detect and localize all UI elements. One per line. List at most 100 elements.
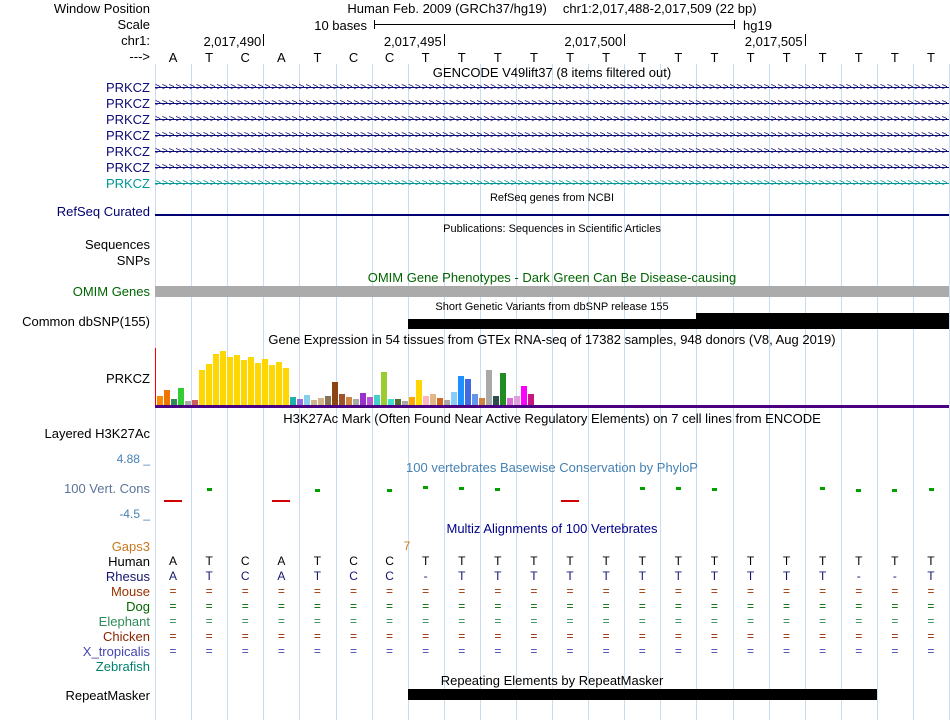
alignment-cell: = (638, 644, 646, 658)
alignment-cell: = (386, 629, 394, 643)
alignment-cell: = (674, 584, 682, 598)
h3k27ac-label[interactable]: Layered H3K27Ac (0, 427, 150, 441)
alignment-cell: T (494, 569, 502, 583)
gtex-expression-bar[interactable] (500, 373, 506, 406)
omim-feature-bar[interactable] (155, 286, 949, 297)
gene-arrow-line[interactable]: >>>>>>>>>>>>>>>>>>>>>>>>>>>>>>>>>>>>>>>>… (155, 176, 949, 192)
alignment-cell: = (350, 584, 358, 598)
gencode-item-label[interactable]: PRKCZ (0, 160, 150, 176)
sequences-label[interactable]: Sequences (0, 238, 150, 252)
phylop-label[interactable]: 100 Vert. Cons (0, 482, 150, 496)
alignment-cell: = (710, 599, 718, 613)
refseq-gene-line[interactable] (155, 214, 949, 216)
gene-arrow-line[interactable]: >>>>>>>>>>>>>>>>>>>>>>>>>>>>>>>>>>>>>>>>… (155, 80, 949, 96)
multiz-species-label[interactable]: Elephant (0, 614, 150, 629)
gtex-expression-bar[interactable] (227, 357, 233, 406)
multiz-species-label[interactable]: Rhesus (0, 569, 150, 584)
alignment-cell: = (927, 644, 935, 658)
alignment-cell: T (818, 554, 827, 568)
alignment-cell: T (566, 554, 574, 568)
phylop-negative-mark (561, 499, 579, 502)
repeat-feature-bar[interactable] (407, 689, 877, 700)
gencode-item-label[interactable]: PRKCZ (0, 80, 150, 96)
phylop-ymin: -4.5 _ (119, 507, 150, 521)
gtex-expression-bar[interactable] (178, 388, 184, 406)
phylop-positive-mark (820, 486, 826, 490)
alignment-cell: = (602, 584, 610, 598)
coordinate-label: 2,017,495 (383, 34, 442, 49)
multiz-species-label[interactable]: Chicken (0, 629, 150, 644)
snps-label[interactable]: SNPs (0, 254, 150, 268)
alignment-cell: = (313, 629, 321, 643)
gtex-expression-bar[interactable] (416, 380, 422, 406)
base-letter: T (602, 50, 611, 65)
alignment-cell: = (169, 599, 177, 613)
multiz-species-label[interactable]: Dog (0, 599, 150, 614)
gtex-expression-bar[interactable] (486, 370, 492, 406)
gene-arrow-line[interactable]: >>>>>>>>>>>>>>>>>>>>>>>>>>>>>>>>>>>>>>>>… (155, 144, 949, 160)
gencode-item-label[interactable]: PRKCZ (0, 96, 150, 112)
alignment-cell: = (169, 614, 177, 628)
gtex-expression-bar[interactable] (458, 376, 464, 406)
base-letter: T (782, 50, 791, 65)
alignment-cell: = (530, 644, 538, 658)
gtex-expression-bar[interactable] (206, 364, 212, 406)
alignment-cell: C (349, 554, 358, 568)
dbsnp-label[interactable]: Common dbSNP(155) (0, 315, 150, 329)
alignment-cell: = (819, 584, 827, 598)
gene-arrow-line[interactable]: >>>>>>>>>>>>>>>>>>>>>>>>>>>>>>>>>>>>>>>>… (155, 96, 949, 112)
gencode-item-label[interactable]: PRKCZ (0, 144, 150, 160)
gtex-expression-bar[interactable] (255, 363, 261, 406)
gtex-expression-bar[interactable] (248, 357, 254, 406)
gtex-expression-bar[interactable] (451, 392, 457, 406)
repeatmasker-label[interactable]: RepeatMasker (0, 689, 150, 703)
phylop-negative-mark (272, 500, 291, 503)
alignment-cell: = (422, 599, 430, 613)
window-position-title: Human Feb. 2009 (GRCh37/hg19) chr1:2,017,… (155, 2, 949, 15)
gtex-gene-label[interactable]: PRKCZ (0, 372, 150, 386)
gtex-expression-bar[interactable] (283, 368, 289, 406)
alignment-cell: T (710, 569, 719, 583)
gencode-item-label[interactable]: PRKCZ (0, 176, 150, 192)
alignment-cell: T (855, 554, 863, 568)
gaps-label[interactable]: Gaps3 (0, 539, 150, 554)
alignment-cell: = (169, 584, 177, 598)
dbsnp-title: Short Genetic Variants from dbSNP releas… (435, 301, 669, 313)
gtex-expression-bar[interactable] (332, 382, 338, 406)
gene-arrow-line[interactable]: >>>>>>>>>>>>>>>>>>>>>>>>>>>>>>>>>>>>>>>>… (155, 112, 949, 128)
gaps-left-value: 3 (142, 539, 150, 554)
gtex-expression-bar[interactable] (381, 372, 387, 406)
base-letter: T (710, 50, 719, 65)
gtex-expression-bar[interactable] (199, 370, 205, 406)
alignment-cell: = (747, 584, 755, 598)
alignment-cell: = (386, 599, 394, 613)
base-letter: T (457, 50, 466, 65)
multiz-species-label[interactable]: Human (0, 554, 150, 569)
multiz-species-label[interactable]: X_tropicalis (0, 644, 150, 659)
multiz-species-label[interactable]: Mouse (0, 584, 150, 599)
alignment-cell: = (891, 584, 899, 598)
base-letter: T (746, 50, 755, 65)
gtex-expression-bar[interactable] (262, 359, 268, 406)
multiz-species-label[interactable]: Zebrafish (0, 659, 150, 674)
gene-arrow-line[interactable]: >>>>>>>>>>>>>>>>>>>>>>>>>>>>>>>>>>>>>>>>… (155, 128, 949, 144)
gtex-expression-bar[interactable] (220, 351, 226, 406)
refseq-title: RefSeq genes from NCBI (489, 192, 615, 204)
gtex-expression-bar[interactable] (269, 365, 275, 406)
gtex-expression-bar[interactable] (521, 386, 527, 406)
gtex-expression-bar[interactable] (276, 362, 282, 406)
dbsnp-variant-bar[interactable] (696, 313, 949, 329)
gtex-title: Gene Expression in 54 tissues from GTEx … (268, 332, 836, 347)
gtex-expression-bar[interactable] (234, 355, 240, 406)
gtex-expression-bar[interactable] (164, 390, 170, 406)
gencode-item-label[interactable]: PRKCZ (0, 128, 150, 144)
alignment-cell: = (747, 629, 755, 643)
base-letter: T (674, 50, 683, 65)
gtex-expression-bar[interactable] (465, 379, 471, 406)
gene-arrow-line[interactable]: >>>>>>>>>>>>>>>>>>>>>>>>>>>>>>>>>>>>>>>>… (155, 160, 949, 176)
gencode-item-label[interactable]: PRKCZ (0, 112, 150, 128)
omim-genes-label[interactable]: OMIM Genes (0, 285, 150, 299)
gtex-expression-bar[interactable] (241, 360, 247, 406)
refseq-curated-label[interactable]: RefSeq Curated (0, 205, 150, 219)
gtex-expression-bar[interactable] (213, 354, 219, 406)
